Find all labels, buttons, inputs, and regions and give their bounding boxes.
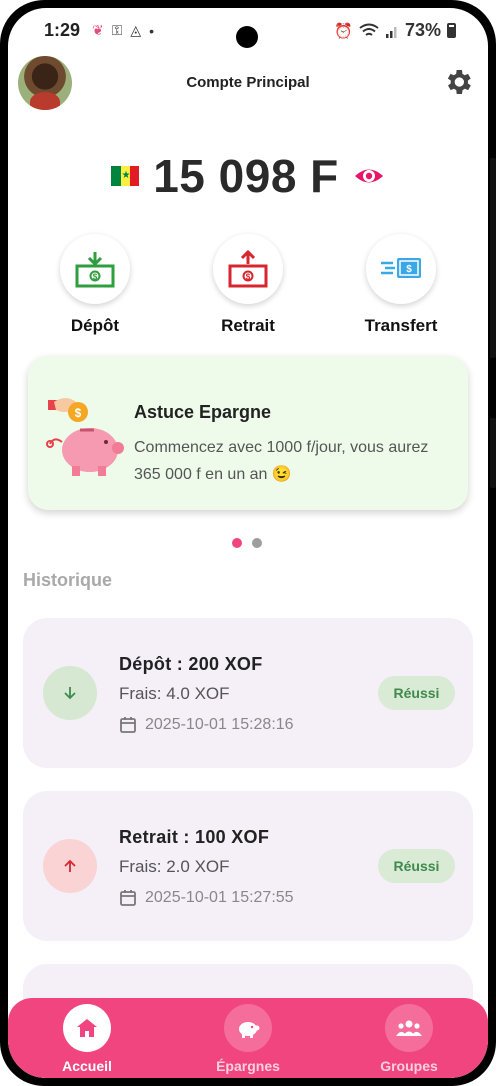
wifi-icon	[359, 23, 379, 36]
balance-section: ★ 15 098 F	[8, 148, 488, 204]
drive-notification-icon: ◬	[130, 22, 142, 38]
transaction-date: 2025-10-01 15:27:55	[145, 889, 294, 906]
volume-button	[490, 158, 496, 358]
arrow-up-icon	[43, 839, 97, 893]
svg-text:$: $	[246, 273, 251, 282]
more-notifications-icon: •	[149, 22, 155, 39]
home-icon[interactable]	[63, 1004, 111, 1052]
transaction-date: 2025-10-01 15:28:16	[145, 716, 294, 733]
transaction-fee: Frais: 4.0 XOF	[119, 684, 230, 703]
status-bar: 1:29 ❦ ⚿ ◬ • ⏰ 73%	[8, 8, 488, 54]
nav-label-home: Accueil	[62, 1058, 112, 1074]
status-badge: Réussi	[378, 849, 455, 883]
transaction-card[interactable]: Retrait : 100 XOF Frais: 2.0 XOF 2025-10…	[23, 791, 473, 941]
piggy-bank-icon[interactable]	[224, 1004, 272, 1052]
app-notification-icon: ❦	[92, 22, 104, 38]
deposit-action[interactable]: $ Dépôt	[30, 234, 160, 336]
carousel-indicator	[232, 538, 262, 548]
transaction-title: Dépôt : 200 XOF	[119, 654, 263, 674]
status-time: 1:29	[44, 20, 81, 40]
notification-icons: ❦ ⚿ ◬ •	[92, 22, 154, 39]
groups-icon[interactable]	[385, 1004, 433, 1052]
carousel-dot[interactable]	[252, 538, 262, 548]
svg-text:$: $	[93, 273, 98, 282]
tip-title: Astuce Epargne	[134, 402, 272, 422]
transaction-title: Retrait : 100 XOF	[119, 827, 270, 847]
transaction-card[interactable]: Dépôt : 200 XOF Frais: 4.0 XOF 2025-10-0…	[23, 618, 473, 768]
withdraw-label: Retrait	[221, 316, 275, 335]
power-button	[490, 418, 496, 488]
transfer-label: Transfert	[364, 316, 438, 335]
nav-item-home[interactable]: Accueil	[37, 1004, 137, 1074]
calendar-icon	[120, 717, 136, 733]
balance-amount: 15 098 F	[153, 150, 339, 202]
nav-item-savings[interactable]: Épargnes	[198, 1004, 298, 1074]
front-camera	[236, 26, 258, 48]
svg-text:$: $	[75, 406, 82, 420]
withdraw-action[interactable]: $ Retrait	[183, 234, 313, 336]
deposit-label: Dépôt	[70, 316, 120, 335]
battery-percent: 73%	[404, 20, 441, 40]
transaction-fee: Frais: 2.0 XOF	[119, 857, 230, 876]
app-screen: 1:29 ❦ ⚿ ◬ • ⏰ 73% Compte Principal ★ 15…	[8, 8, 488, 1078]
piggy-bank-illustration: $	[46, 398, 124, 476]
battery-icon	[447, 23, 456, 38]
savings-tip-card[interactable]: $ Astuce Epargne Commencez avec 1000 f/j…	[28, 356, 468, 510]
bottom-navigation: Accueil Épargnes Groupes	[8, 998, 488, 1078]
money-transfer-icon[interactable]: $	[366, 234, 436, 304]
gear-icon[interactable]	[442, 66, 474, 98]
svg-text:$: $	[406, 264, 412, 275]
transfer-action[interactable]: $ Transfert	[336, 234, 466, 336]
account-title: Compte Principal	[186, 74, 310, 91]
eye-icon[interactable]	[353, 160, 385, 192]
senegal-flag-icon: ★	[111, 166, 140, 186]
status-badge: Réussi	[378, 676, 455, 710]
arrow-down-icon	[43, 666, 97, 720]
lock-notification-icon: ⚿	[111, 22, 123, 38]
carousel-dot-active[interactable]	[232, 538, 242, 548]
transaction-date-row: 2025-10-01 15:28:16	[119, 716, 294, 734]
quick-actions: $ Dépôt $ Retrait $ Transfert	[8, 234, 488, 344]
alarm-icon: ⏰	[334, 22, 353, 40]
history-title: Historique	[23, 570, 113, 590]
system-icons: ⏰ 73%	[334, 20, 456, 41]
signal-icon	[385, 26, 397, 38]
cash-withdraw-icon[interactable]: $	[213, 234, 283, 304]
nav-label-savings: Épargnes	[216, 1058, 280, 1074]
calendar-icon	[120, 890, 136, 906]
cash-deposit-icon[interactable]: $	[60, 234, 130, 304]
nav-item-groups[interactable]: Groupes	[359, 1004, 459, 1074]
nav-label-groups: Groupes	[380, 1058, 438, 1074]
phone-frame: 1:29 ❦ ⚿ ◬ • ⏰ 73% Compte Principal ★ 15…	[0, 0, 496, 1086]
tip-text: Commencez avec 1000 f/jour, vous aurez 3…	[134, 439, 429, 483]
transaction-date-row: 2025-10-01 15:27:55	[119, 889, 294, 907]
